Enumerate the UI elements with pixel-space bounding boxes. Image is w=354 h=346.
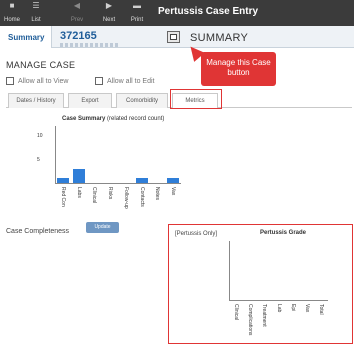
- update-button[interactable]: Update: [86, 222, 119, 233]
- section-label: SUMMARY: [190, 32, 249, 44]
- print-icon: ▬: [133, 1, 141, 10]
- allow-view-label: Allow all to View: [18, 77, 69, 85]
- metrics-tab-highlight: [170, 89, 222, 109]
- print-button[interactable]: ▬ Print: [126, 0, 148, 26]
- callout-text: Manage this Case button: [206, 58, 271, 77]
- manage-case-title: MANAGE CASE: [6, 60, 76, 70]
- home-icon: ■: [9, 1, 15, 10]
- allow-edit-checkbox[interactable]: Allow all to Edit: [95, 77, 154, 85]
- chart-bar: [57, 178, 69, 183]
- tab-summary[interactable]: Summary: [0, 26, 52, 48]
- chart-bar: [72, 168, 85, 183]
- x-tick-label: Epi: [289, 304, 296, 312]
- callout: Manage this Case button: [201, 52, 276, 86]
- chart-subtitle: (related record count): [107, 116, 165, 122]
- case-completeness-label: Case Completeness: [6, 228, 70, 235]
- x-tick-label: Red Con: [59, 187, 66, 207]
- x-tick-label: Notes: [154, 187, 161, 201]
- pertussis-grade-chart: [229, 241, 328, 301]
- pertussis-grade-title: Pertussis Grade: [260, 230, 307, 236]
- case-summary-chart-title: Case Summary (related record count): [62, 116, 164, 122]
- y-tick-label: 5: [37, 156, 40, 163]
- tab-dates-history[interactable]: Dates / History: [8, 93, 64, 108]
- tab-comorbidity[interactable]: Comorbidity: [116, 93, 168, 108]
- allow-edit-label: Allow all to Edit: [107, 77, 155, 85]
- next-button[interactable]: ▶ Next: [98, 0, 120, 26]
- prev-arrow-icon: ◀: [73, 1, 81, 10]
- x-tick-label: Treatment: [261, 304, 268, 327]
- chart-bar: [135, 178, 148, 183]
- case-id-subtext: [60, 43, 120, 47]
- x-tick-label: Complications: [247, 304, 254, 336]
- x-tick-label: Contacts: [138, 187, 145, 207]
- chart-bar: [167, 178, 179, 183]
- app-title: Pertussis Case Entry: [158, 6, 259, 17]
- x-tick-label: Follow-up: [122, 187, 129, 209]
- allow-view-checkbox[interactable]: Allow all to View: [6, 77, 68, 85]
- x-tick-label: Total: [317, 304, 324, 315]
- case-id: 372165: [60, 30, 97, 42]
- x-tick-label: Labs: [75, 187, 82, 198]
- tab-export[interactable]: Export: [68, 93, 112, 108]
- x-tick-label: Clinical: [91, 187, 98, 204]
- x-tick-label: Lab: [275, 304, 282, 313]
- home-button[interactable]: ■ Home: [2, 0, 22, 26]
- manage-case-icon: [170, 34, 177, 40]
- case-summary-chart: [55, 126, 181, 184]
- checkbox-box[interactable]: [95, 77, 103, 85]
- x-tick-label: Risks: [107, 187, 114, 200]
- manage-case-button[interactable]: [167, 31, 180, 43]
- list-button[interactable]: ☰ List: [26, 0, 46, 26]
- list-icon: ☰: [32, 1, 40, 10]
- x-tick-label: Vax: [170, 187, 177, 196]
- chart-title: Case Summary: [62, 116, 106, 122]
- x-tick-label: Clinical: [233, 304, 240, 321]
- next-arrow-icon: ▶: [105, 1, 113, 10]
- pertussis-only-label: [Pertussis Only]: [175, 231, 218, 237]
- prev-button[interactable]: ◀ Prev: [66, 0, 88, 26]
- x-tick-label: Vax: [303, 304, 310, 313]
- checkbox-box[interactable]: [6, 77, 14, 85]
- y-tick-label: 10: [37, 132, 43, 139]
